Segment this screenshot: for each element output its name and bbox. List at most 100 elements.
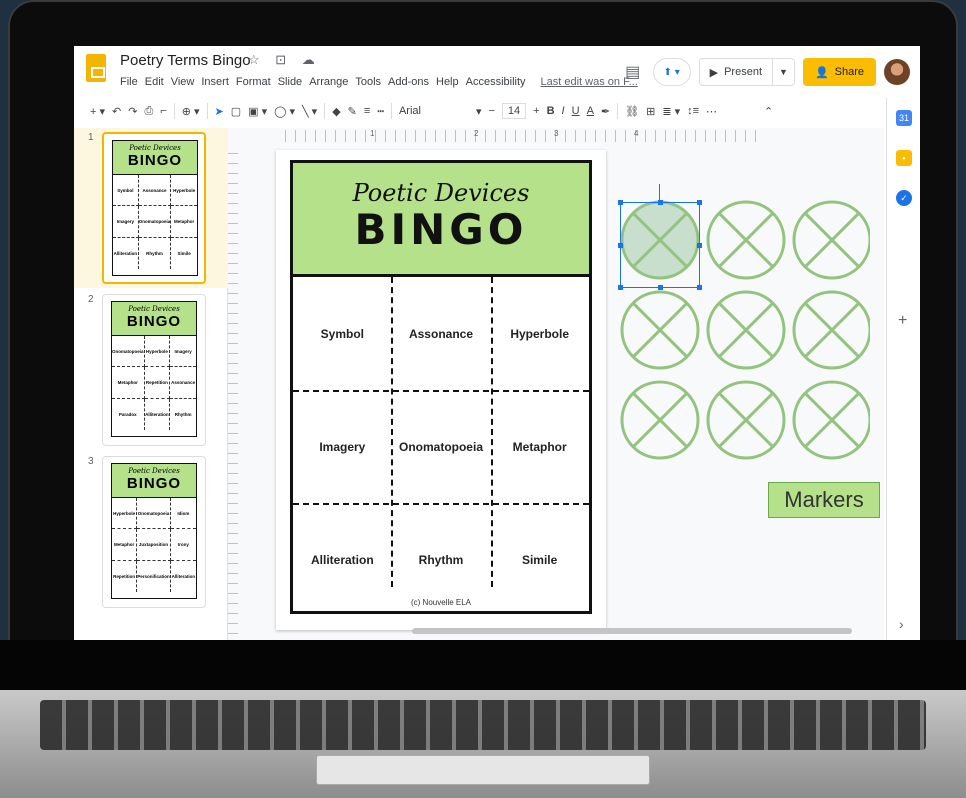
markers-label[interactable]: Markers [768, 482, 880, 518]
more-options-icon[interactable]: ⋯ [706, 105, 717, 118]
avatar[interactable] [884, 59, 910, 85]
menu-accessibility[interactable]: Accessibility [466, 76, 526, 88]
filmstrip-slide-1[interactable]: 1 Poetic Devices BINGO Symbol Assonance … [74, 128, 228, 288]
font-size-input[interactable]: 14 [501, 103, 527, 119]
resize-handle[interactable] [697, 243, 702, 248]
bingo-marker[interactable] [706, 380, 786, 460]
align-icon[interactable]: ≣ ▾ [662, 105, 680, 118]
bingo-marker[interactable] [620, 290, 700, 370]
paint-format-icon[interactable]: ⌐ [160, 105, 166, 117]
resize-handle[interactable] [697, 200, 702, 205]
card-subtitle[interactable]: Poetic Devices [293, 163, 589, 207]
font-size-decrease[interactable]: − [488, 105, 494, 117]
border-color-icon[interactable]: ✎ [348, 105, 357, 118]
add-ons-plus-icon[interactable]: + [898, 312, 907, 330]
menu-file[interactable]: File [120, 76, 138, 88]
vertical-ruler[interactable] [228, 144, 238, 640]
resize-handle[interactable] [697, 285, 702, 290]
bingo-marker[interactable] [792, 200, 870, 280]
comment-history-icon[interactable]: ▤ [621, 62, 645, 82]
menu-insert[interactable]: Insert [201, 76, 229, 88]
bingo-cell[interactable]: Metaphor [490, 390, 589, 503]
present-dropdown-icon[interactable]: ▼ [773, 67, 794, 77]
bingo-cell[interactable]: Imagery [293, 390, 392, 503]
present-button[interactable]: ▶ Present ▼ [698, 58, 795, 86]
bingo-cell[interactable]: Assonance [392, 277, 491, 390]
copyright-text[interactable]: (c) Nouvelle ELA [293, 598, 589, 607]
menu-help[interactable]: Help [436, 76, 459, 88]
zoom-icon[interactable]: ⊕ ▾ [182, 105, 200, 118]
share-label: Share [834, 66, 864, 78]
meet-present-button[interactable]: ⬆ ▾ [652, 58, 691, 86]
new-slide-icon[interactable]: + ▾ [90, 105, 105, 118]
slide-thumbnail[interactable]: Poetic Devices BINGO Onomatopoeia Hyperb… [102, 294, 206, 446]
slide-canvas[interactable]: 1 2 3 4 Poetic Devices BINGO Symbol Asso… [228, 128, 884, 640]
fill-color-icon[interactable]: ◆ [332, 105, 340, 118]
resize-handle[interactable] [658, 200, 663, 205]
filmstrip-slide-3[interactable]: 3 Poetic Devices BINGO Hyperbole Onomato… [74, 452, 228, 612]
font-dropdown-icon[interactable]: ▾ [476, 105, 482, 118]
toolbar-divider [324, 103, 326, 119]
line-spacing-icon[interactable]: ↕≡ [687, 105, 699, 117]
resize-handle[interactable] [618, 200, 623, 205]
horizontal-scrollbar[interactable] [412, 628, 852, 634]
slide-thumbnail[interactable]: Poetic Devices BINGO Hyperbole Onomatopo… [102, 456, 206, 608]
text-box-icon[interactable]: ▢ [231, 105, 241, 118]
tasks-icon[interactable]: ✓ [896, 190, 912, 206]
font-select[interactable]: Arial [399, 105, 469, 117]
highlight-icon[interactable]: ✒ [601, 105, 610, 118]
horizontal-ruler[interactable]: 1 2 3 4 [276, 129, 756, 142]
document-title[interactable]: Poetry Terms Bingo [120, 52, 251, 69]
bingo-cell[interactable]: Symbol [293, 277, 392, 390]
link-icon[interactable]: ⛓ [625, 105, 639, 118]
border-weight-icon[interactable]: ≡ [364, 105, 370, 117]
bingo-marker[interactable] [706, 200, 786, 280]
undo-icon[interactable]: ↶ [112, 105, 121, 118]
share-button[interactable]: 👤 Share [802, 58, 876, 86]
resize-handle[interactable] [618, 285, 623, 290]
resize-handle[interactable] [658, 285, 663, 290]
underline-button[interactable]: U [572, 105, 580, 117]
line-icon[interactable]: ╲ ▾ [302, 105, 317, 118]
menu-arrange[interactable]: Arrange [309, 76, 348, 88]
bingo-card-header[interactable]: Poetic Devices BINGO [293, 163, 589, 277]
card-title[interactable]: BINGO [293, 207, 589, 253]
bingo-cell[interactable]: Onomatopoeia [392, 390, 491, 503]
slides-logo-icon[interactable] [86, 54, 106, 82]
menu-view[interactable]: View [171, 76, 195, 88]
selection-box[interactable] [618, 200, 702, 290]
text-color-button[interactable]: A [587, 105, 594, 117]
redo-icon[interactable]: ↷ [128, 105, 137, 118]
collapse-toolbar-icon[interactable]: ⌃ [764, 105, 773, 118]
bingo-marker[interactable] [706, 290, 786, 370]
star-move-cloud-icons[interactable]: ☆ ⊡ ☁ [248, 52, 321, 68]
menu-format[interactable]: Format [236, 76, 271, 88]
expand-panel-icon[interactable]: › [899, 616, 904, 632]
shape-icon[interactable]: ◯ ▾ [274, 105, 295, 118]
print-icon[interactable]: ⎙ [144, 105, 153, 118]
calendar-icon[interactable]: 31 [896, 110, 912, 126]
border-dash-icon[interactable]: ┅ [377, 105, 384, 118]
comment-icon[interactable]: ⊞ [646, 105, 655, 118]
font-size-increase[interactable]: + [533, 105, 539, 117]
image-icon[interactable]: ▣ ▾ [248, 105, 267, 118]
menu-tools[interactable]: Tools [355, 76, 381, 88]
menu-edit[interactable]: Edit [145, 76, 164, 88]
present-main[interactable]: ▶ Present [700, 59, 774, 85]
slide-thumbnail[interactable]: Poetic Devices BINGO Symbol Assonance Hy… [102, 132, 206, 284]
bingo-marker[interactable] [620, 380, 700, 460]
mini-cell: Alliteration [171, 573, 196, 579]
menu-addons[interactable]: Add-ons [388, 76, 429, 88]
bingo-marker[interactable] [792, 290, 870, 370]
bingo-cell[interactable]: Hyperbole [490, 277, 589, 390]
bold-button[interactable]: B [547, 105, 555, 117]
keep-icon[interactable]: ▪ [896, 150, 912, 166]
select-pointer-icon[interactable]: ➤ [215, 105, 224, 118]
bingo-marker[interactable] [792, 380, 870, 460]
resize-handle[interactable] [618, 243, 623, 248]
filmstrip-slide-2[interactable]: 2 Poetic Devices BINGO Onomatopoeia Hype… [74, 290, 228, 450]
bingo-card[interactable]: Poetic Devices BINGO Symbol Assonance Hy… [290, 160, 592, 614]
slide-page[interactable]: Poetic Devices BINGO Symbol Assonance Hy… [276, 150, 606, 630]
italic-button[interactable]: I [562, 105, 565, 117]
menu-slide[interactable]: Slide [278, 76, 302, 88]
